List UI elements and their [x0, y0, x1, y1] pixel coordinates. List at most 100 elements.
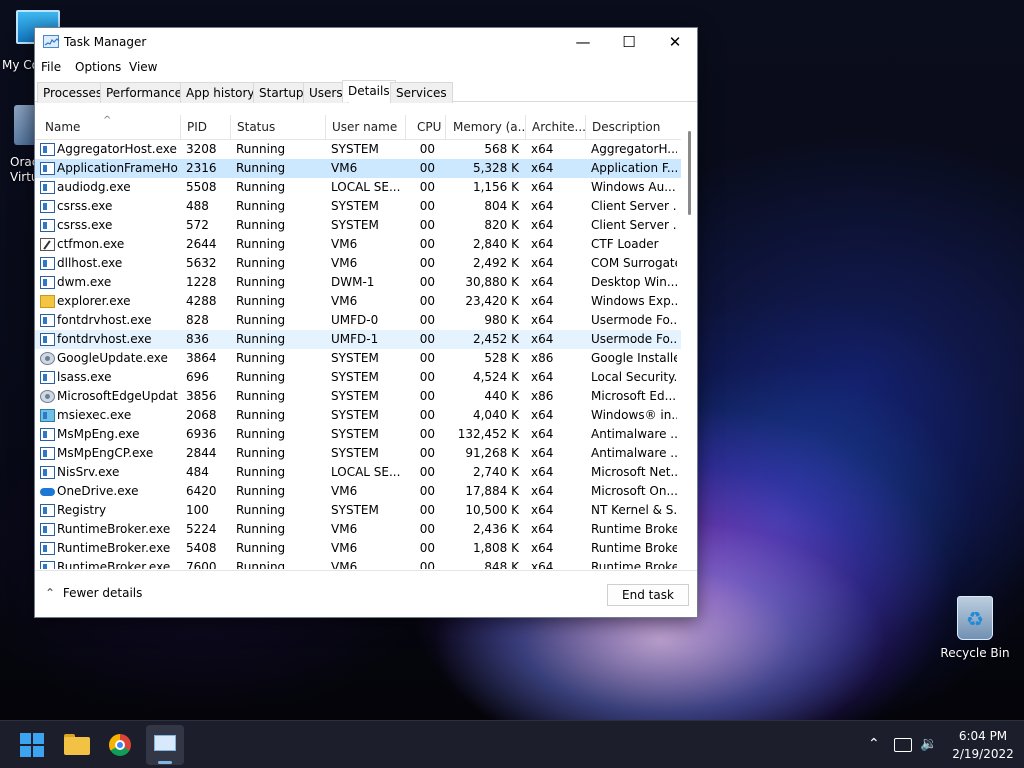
process-name: dwm.exe	[57, 275, 112, 289]
column-header-cpu[interactable]: CPU	[406, 115, 446, 140]
cloud-icon	[40, 485, 55, 498]
table-row[interactable]: msiexec.exe 2068 Running SYSTEM 00 4,040 K x64…	[35, 406, 681, 425]
chrome-taskbar-icon[interactable]	[104, 729, 136, 761]
file-explorer-taskbar-icon[interactable]	[60, 729, 92, 761]
column-header-pid[interactable]: PID	[181, 115, 231, 140]
process-user: SYSTEM	[331, 427, 379, 441]
process-memory: 2,452 K	[472, 332, 519, 346]
column-header-architecture[interactable]: Archite...	[526, 115, 586, 140]
column-header-memory[interactable]: Memory (a...	[446, 115, 526, 140]
table-row[interactable]: audiodg.exe 5508 Running LOCAL SE... 00 1,156…	[35, 178, 681, 197]
end-task-button[interactable]: End task	[607, 584, 689, 606]
fewer-details-button[interactable]: ⌃ Fewer details	[45, 586, 142, 600]
process-memory: 4,524 K	[472, 370, 519, 384]
process-user: UMFD-0	[331, 313, 379, 327]
tab-services[interactable]: Services	[390, 82, 453, 103]
process-architecture: x64	[531, 294, 554, 308]
process-architecture: x64	[531, 408, 554, 422]
process-status: Running	[236, 484, 286, 498]
table-row[interactable]: ApplicationFrameHo... 2316 Running VM6 00 5,3…	[35, 159, 681, 178]
app-icon	[40, 447, 55, 460]
vertical-scrollbar[interactable]	[682, 115, 697, 569]
process-description: CTF Loader	[591, 237, 659, 251]
app-icon	[40, 561, 55, 569]
tab-app-history[interactable]: App history	[180, 82, 261, 103]
table-row[interactable]: fontdrvhost.exe 836 Running UMFD-1 00 2,452 K…	[35, 330, 681, 349]
process-name: Registry	[57, 503, 107, 517]
process-name: MicrosoftEdgeUpdat...	[57, 389, 179, 403]
process-user: SYSTEM	[331, 503, 379, 517]
table-row[interactable]: lsass.exe 696 Running SYSTEM 00 4,524 K x64 Loc…	[35, 368, 681, 387]
process-cpu: 00	[419, 161, 435, 175]
process-cpu: 00	[419, 370, 435, 384]
table-row[interactable]: ctfmon.exe 2644 Running VM6 00 2,840 K x64 CTF …	[35, 235, 681, 254]
process-memory: 2,492 K	[472, 256, 519, 270]
process-user: SYSTEM	[331, 199, 379, 213]
menu-file[interactable]: File	[41, 60, 61, 74]
table-row[interactable]: MsMpEngCP.exe 2844 Running SYSTEM 00 91,268 K…	[35, 444, 681, 463]
table-row[interactable]: MsMpEng.exe 6936 Running SYSTEM 00 132,452 K x…	[35, 425, 681, 444]
process-pid: 6936	[186, 427, 217, 441]
process-cpu: 00	[419, 408, 435, 422]
table-row[interactable]: explorer.exe 4288 Running VM6 00 23,420 K x64 W…	[35, 292, 681, 311]
show-hidden-icons-chevron-icon[interactable]: ⌃	[868, 736, 880, 752]
process-memory: 2,436 K	[472, 522, 519, 536]
tab-processes[interactable]: Processes	[37, 82, 109, 103]
process-cpu: 00	[419, 294, 435, 308]
column-header-status[interactable]: Status	[231, 115, 326, 140]
process-architecture: x64	[531, 484, 554, 498]
clock-time[interactable]: 6:04 PM	[950, 729, 1016, 743]
tab-details[interactable]: Details	[342, 80, 396, 102]
table-row[interactable]: fontdrvhost.exe 828 Running UMFD-0 00 980 K x6…	[35, 311, 681, 330]
recycle-bin-icon: ♻	[957, 596, 993, 640]
column-header-user-name[interactable]: User name	[326, 115, 406, 140]
table-row[interactable]: MicrosoftEdgeUpdat... 3856 Running SYSTEM 00…	[35, 387, 681, 406]
menu-view[interactable]: View	[129, 60, 157, 74]
title-bar[interactable]: Task Manager — ☐ ✕	[35, 28, 697, 58]
menu-options[interactable]: Options	[75, 60, 121, 74]
table-row[interactable]: GoogleUpdate.exe 3864 Running SYSTEM 00 528 K…	[35, 349, 681, 368]
process-memory: 1,808 K	[472, 541, 519, 555]
column-header-description[interactable]: Description	[586, 115, 681, 140]
minimize-button[interactable]: —	[560, 28, 606, 58]
details-table: Name ^ PID Status User name CPU Memory (…	[35, 115, 697, 569]
table-row[interactable]: Registry 100 Running SYSTEM 00 10,500 K x64 NT …	[35, 501, 681, 520]
volume-icon[interactable]: 🔉	[920, 736, 937, 752]
table-row[interactable]: csrss.exe 488 Running SYSTEM 00 804 K x64 Clien…	[35, 197, 681, 216]
process-description: Windows Au...	[591, 180, 676, 194]
process-architecture: x64	[531, 541, 554, 555]
table-row[interactable]: RuntimeBroker.exe 5408 Running VM6 00 1,808 K…	[35, 539, 681, 558]
table-row[interactable]: dllhost.exe 5632 Running VM6 00 2,492 K x64 COM…	[35, 254, 681, 273]
scrollbar-thumb[interactable]	[688, 131, 691, 215]
close-button[interactable]: ✕	[652, 28, 698, 58]
table-row[interactable]: AggregatorHost.exe 3208 Running SYSTEM 00 568…	[35, 140, 681, 159]
process-memory: 10,500 K	[465, 503, 519, 517]
table-row[interactable]: dwm.exe 1228 Running DWM-1 00 30,880 K x64 Desk…	[35, 273, 681, 292]
table-row[interactable]: RuntimeBroker.exe 7600 Running VM6 00 848 K x6…	[35, 558, 681, 569]
start-button[interactable]	[16, 729, 48, 761]
app-icon	[40, 276, 55, 289]
process-memory: 568 K	[484, 142, 519, 156]
app-icon	[40, 219, 55, 232]
tab-startup[interactable]: Startup	[253, 82, 310, 103]
desktop-icon-recycle-bin[interactable]: ♻ Recycle Bin	[938, 596, 1012, 660]
task-manager-taskbar-icon[interactable]	[146, 725, 184, 765]
process-pid: 3856	[186, 389, 217, 403]
process-name: msiexec.exe	[57, 408, 132, 422]
table-row[interactable]: RuntimeBroker.exe 5224 Running VM6 00 2,436 K…	[35, 520, 681, 539]
table-row[interactable]: csrss.exe 572 Running SYSTEM 00 820 K x64 Clien…	[35, 216, 681, 235]
window-footer: ⌃ Fewer details End task	[35, 570, 697, 617]
table-row[interactable]: NisSrv.exe 484 Running LOCAL SE... 00 2,740 K…	[35, 463, 681, 482]
table-row[interactable]: OneDrive.exe 6420 Running VM6 00 17,884 K x64 M…	[35, 482, 681, 501]
network-icon[interactable]	[894, 738, 912, 752]
process-cpu: 00	[419, 351, 435, 365]
clock-date[interactable]: 2/19/2022	[950, 747, 1016, 761]
desktop-icon-label: Recycle Bin	[940, 646, 1010, 660]
process-user: VM6	[331, 522, 358, 536]
task-manager-window: Task Manager — ☐ ✕ File Options View Pro…	[34, 27, 698, 618]
maximize-button[interactable]: ☐	[606, 28, 652, 58]
tab-performance[interactable]: Performance	[100, 82, 189, 103]
column-header-name[interactable]: Name ^	[35, 115, 181, 140]
process-memory: 4,040 K	[472, 408, 519, 422]
task-manager-icon	[43, 35, 60, 48]
